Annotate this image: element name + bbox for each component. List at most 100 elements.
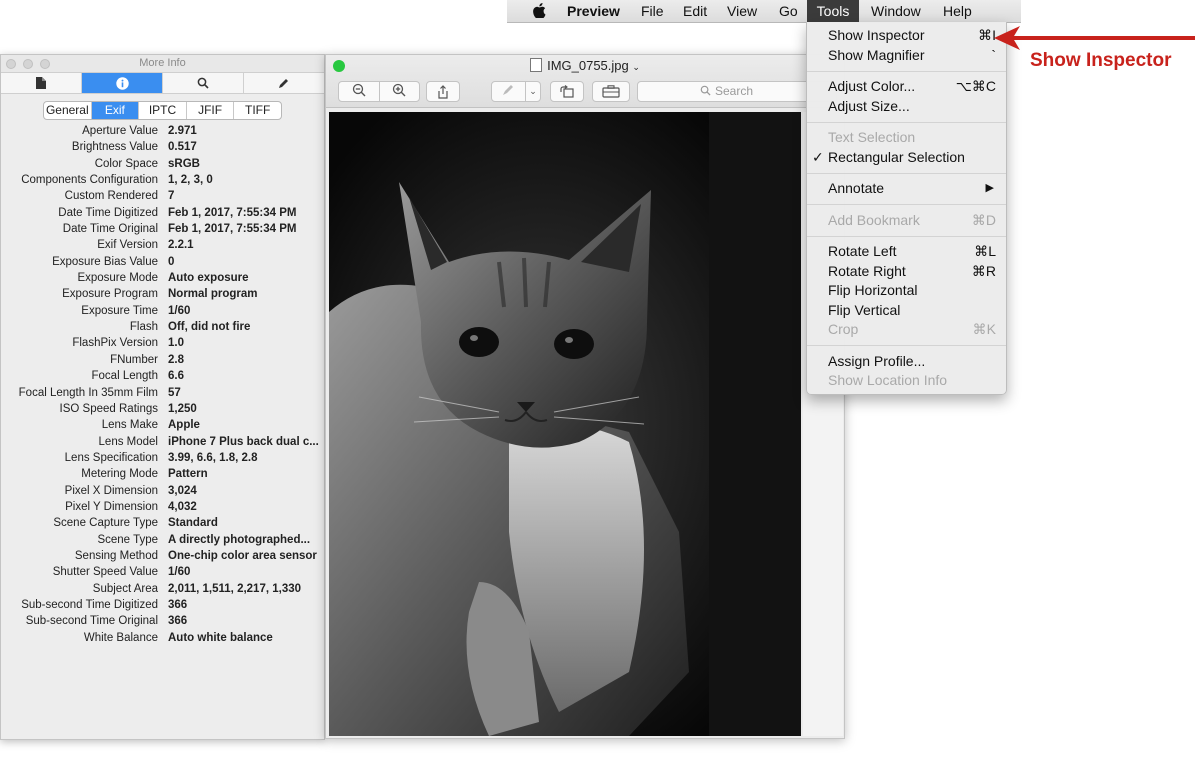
toolbox-button[interactable] bbox=[592, 81, 630, 102]
exif-key: Metering Mode bbox=[81, 468, 158, 481]
exif-value[interactable]: 2.8 bbox=[168, 354, 325, 366]
table-row: Focal Length In 35mm Film 57 bbox=[1, 387, 324, 403]
exif-table: Aperture Value 2.971 Brightness Value 0.517… bbox=[1, 125, 324, 648]
menu-bar: Preview File Edit View Go Tools Window H… bbox=[507, 0, 1021, 23]
document-title[interactable]: IMG_0755.jpg ⌄ bbox=[326, 58, 844, 73]
annotation-label: Show Inspector bbox=[1030, 50, 1172, 71]
exif-value[interactable]: 3,024 bbox=[168, 485, 325, 497]
exif-value[interactable]: 1/60 bbox=[168, 566, 325, 578]
menu-item-rotate-right[interactable]: Rotate Right ⌘R bbox=[807, 262, 1006, 281]
menu-view[interactable]: View bbox=[719, 0, 765, 22]
menu-item-rotate-left[interactable]: Rotate Left ⌘L bbox=[807, 242, 1006, 261]
tab-keywords[interactable] bbox=[163, 73, 244, 93]
exif-key: FlashPix Version bbox=[72, 337, 158, 350]
exif-value[interactable]: Standard bbox=[168, 517, 325, 529]
table-row: Lens Specification 3.99, 6.6, 1.8, 2.8 bbox=[1, 452, 324, 468]
menu-item-add-bookmark: Add Bookmark ⌘D bbox=[828, 212, 996, 228]
menu-help[interactable]: Help bbox=[935, 0, 980, 22]
exif-value[interactable]: One-chip color area sensor bbox=[168, 550, 325, 562]
menu-item-assign-profile[interactable]: Assign Profile... bbox=[807, 352, 1006, 371]
zoom-out-button[interactable] bbox=[339, 83, 379, 100]
exif-value[interactable]: Feb 1, 2017, 7:55:34 PM bbox=[168, 207, 325, 219]
exif-value[interactable]: 2,011, 1,511, 2,217, 1,330 bbox=[168, 583, 325, 595]
exif-value[interactable]: 3.99, 6.6, 1.8, 2.8 bbox=[168, 452, 325, 464]
segment-jfif[interactable]: JFIF bbox=[187, 102, 235, 119]
menu-app-preview[interactable]: Preview bbox=[559, 0, 628, 22]
menu-item-show-location-info: Show Location Info bbox=[828, 372, 948, 388]
table-row: Exposure Time 1/60 bbox=[1, 305, 324, 321]
table-row: Sub-second Time Original 366 bbox=[1, 615, 324, 631]
menu-go[interactable]: Go bbox=[771, 0, 806, 22]
menu-separator bbox=[807, 345, 1006, 346]
exif-value[interactable]: 6.6 bbox=[168, 370, 325, 382]
exif-value[interactable]: 1,250 bbox=[168, 403, 325, 415]
exif-value[interactable]: 0 bbox=[168, 256, 325, 268]
exif-value[interactable]: Auto exposure bbox=[168, 272, 325, 284]
exif-key: Lens Specification bbox=[64, 451, 158, 464]
markup-button[interactable]: ⌄ bbox=[491, 81, 541, 102]
menu-edit[interactable]: Edit bbox=[675, 0, 715, 22]
exif-value[interactable]: Apple bbox=[168, 419, 325, 431]
exif-value[interactable]: sRGB bbox=[168, 158, 325, 170]
table-row: Lens Model iPhone 7 Plus back dual c... bbox=[1, 436, 324, 452]
close-button[interactable] bbox=[6, 59, 16, 69]
segment-iptc[interactable]: IPTC bbox=[139, 102, 187, 119]
exif-key: Aperture Value bbox=[82, 125, 158, 137]
exif-key: Color Space bbox=[94, 157, 158, 170]
exif-value[interactable]: 4,032 bbox=[168, 501, 325, 513]
exif-key: Scene Capture Type bbox=[53, 517, 158, 530]
search-icon bbox=[197, 77, 209, 89]
zoom-button[interactable] bbox=[40, 59, 50, 69]
segment-tiff[interactable]: TIFF bbox=[234, 102, 281, 119]
menu-item-rectangular-selection[interactable]: ✓ Rectangular Selection bbox=[807, 148, 1006, 167]
inspector-tabs bbox=[1, 72, 324, 94]
minimize-button[interactable] bbox=[23, 59, 33, 69]
exif-value[interactable]: iPhone 7 Plus back dual c... bbox=[168, 436, 325, 448]
segment-exif[interactable]: Exif bbox=[91, 102, 140, 119]
menu-item-show-magnifier[interactable]: Show Magnifier ` bbox=[807, 46, 1006, 65]
exif-value[interactable]: 57 bbox=[168, 387, 325, 399]
exif-value[interactable]: 2.2.1 bbox=[168, 239, 325, 251]
exif-value[interactable]: 0.517 bbox=[168, 141, 325, 153]
table-row: Focal Length 6.6 bbox=[1, 370, 324, 386]
exif-value[interactable]: Pattern bbox=[168, 468, 325, 480]
exif-value[interactable]: A directly photographed... bbox=[168, 534, 325, 546]
menu-tools[interactable]: Tools bbox=[807, 0, 859, 22]
menu-item-annotate[interactable]: Annotate ▶ bbox=[807, 179, 1006, 198]
menu-item-show-inspector[interactable]: Show Inspector ⌘I bbox=[807, 26, 1006, 45]
table-row: Exposure Mode Auto exposure bbox=[1, 272, 324, 288]
menu-item-flip-vertical[interactable]: Flip Vertical bbox=[807, 301, 1006, 320]
exif-key: Date Time Digitized bbox=[58, 206, 158, 219]
segment-general[interactable]: General bbox=[44, 102, 92, 119]
menu-item-flip-horizontal[interactable]: Flip Horizontal bbox=[807, 281, 1006, 300]
tab-general-info[interactable] bbox=[1, 73, 82, 93]
exif-value[interactable]: 1, 2, 3, 0 bbox=[168, 174, 325, 186]
zoom-in-button[interactable] bbox=[380, 83, 420, 100]
exif-key: Exif Version bbox=[97, 239, 158, 252]
exif-key: Focal Length bbox=[91, 370, 159, 383]
menu-file[interactable]: File bbox=[633, 0, 672, 22]
cat-photo[interactable] bbox=[329, 112, 801, 736]
exif-value[interactable]: Normal program bbox=[168, 288, 325, 300]
menu-item-adjust-size[interactable]: Adjust Size... bbox=[807, 97, 1006, 116]
apple-menu-icon[interactable] bbox=[527, 0, 551, 22]
exif-value[interactable]: Feb 1, 2017, 7:55:34 PM bbox=[168, 223, 325, 235]
exif-value[interactable]: 7 bbox=[168, 190, 325, 202]
exif-value[interactable]: 2.971 bbox=[168, 125, 325, 137]
exif-value[interactable]: 366 bbox=[168, 599, 325, 611]
exif-value[interactable]: Auto white balance bbox=[168, 632, 325, 644]
rotate-icon bbox=[560, 85, 574, 98]
exif-value[interactable]: 1/60 bbox=[168, 305, 325, 317]
tab-annotations[interactable] bbox=[244, 73, 324, 93]
exif-value[interactable]: Off, did not fire bbox=[168, 321, 325, 333]
menu-window[interactable]: Window bbox=[863, 0, 929, 22]
exif-value[interactable]: 366 bbox=[168, 615, 325, 627]
rotate-button[interactable] bbox=[550, 81, 584, 102]
share-button[interactable] bbox=[426, 81, 460, 102]
exif-key: FNumber bbox=[110, 353, 158, 366]
menu-item-adjust-color[interactable]: Adjust Color... ⌥⌘C bbox=[807, 77, 1006, 96]
table-row: Date Time Digitized Feb 1, 2017, 7:55:34 … bbox=[1, 207, 324, 223]
exif-value[interactable]: 1.0 bbox=[168, 337, 325, 349]
preview-toolbar: IMG_0755.jpg ⌄ ⌄ Search bbox=[326, 55, 844, 108]
tab-info[interactable] bbox=[82, 73, 163, 93]
